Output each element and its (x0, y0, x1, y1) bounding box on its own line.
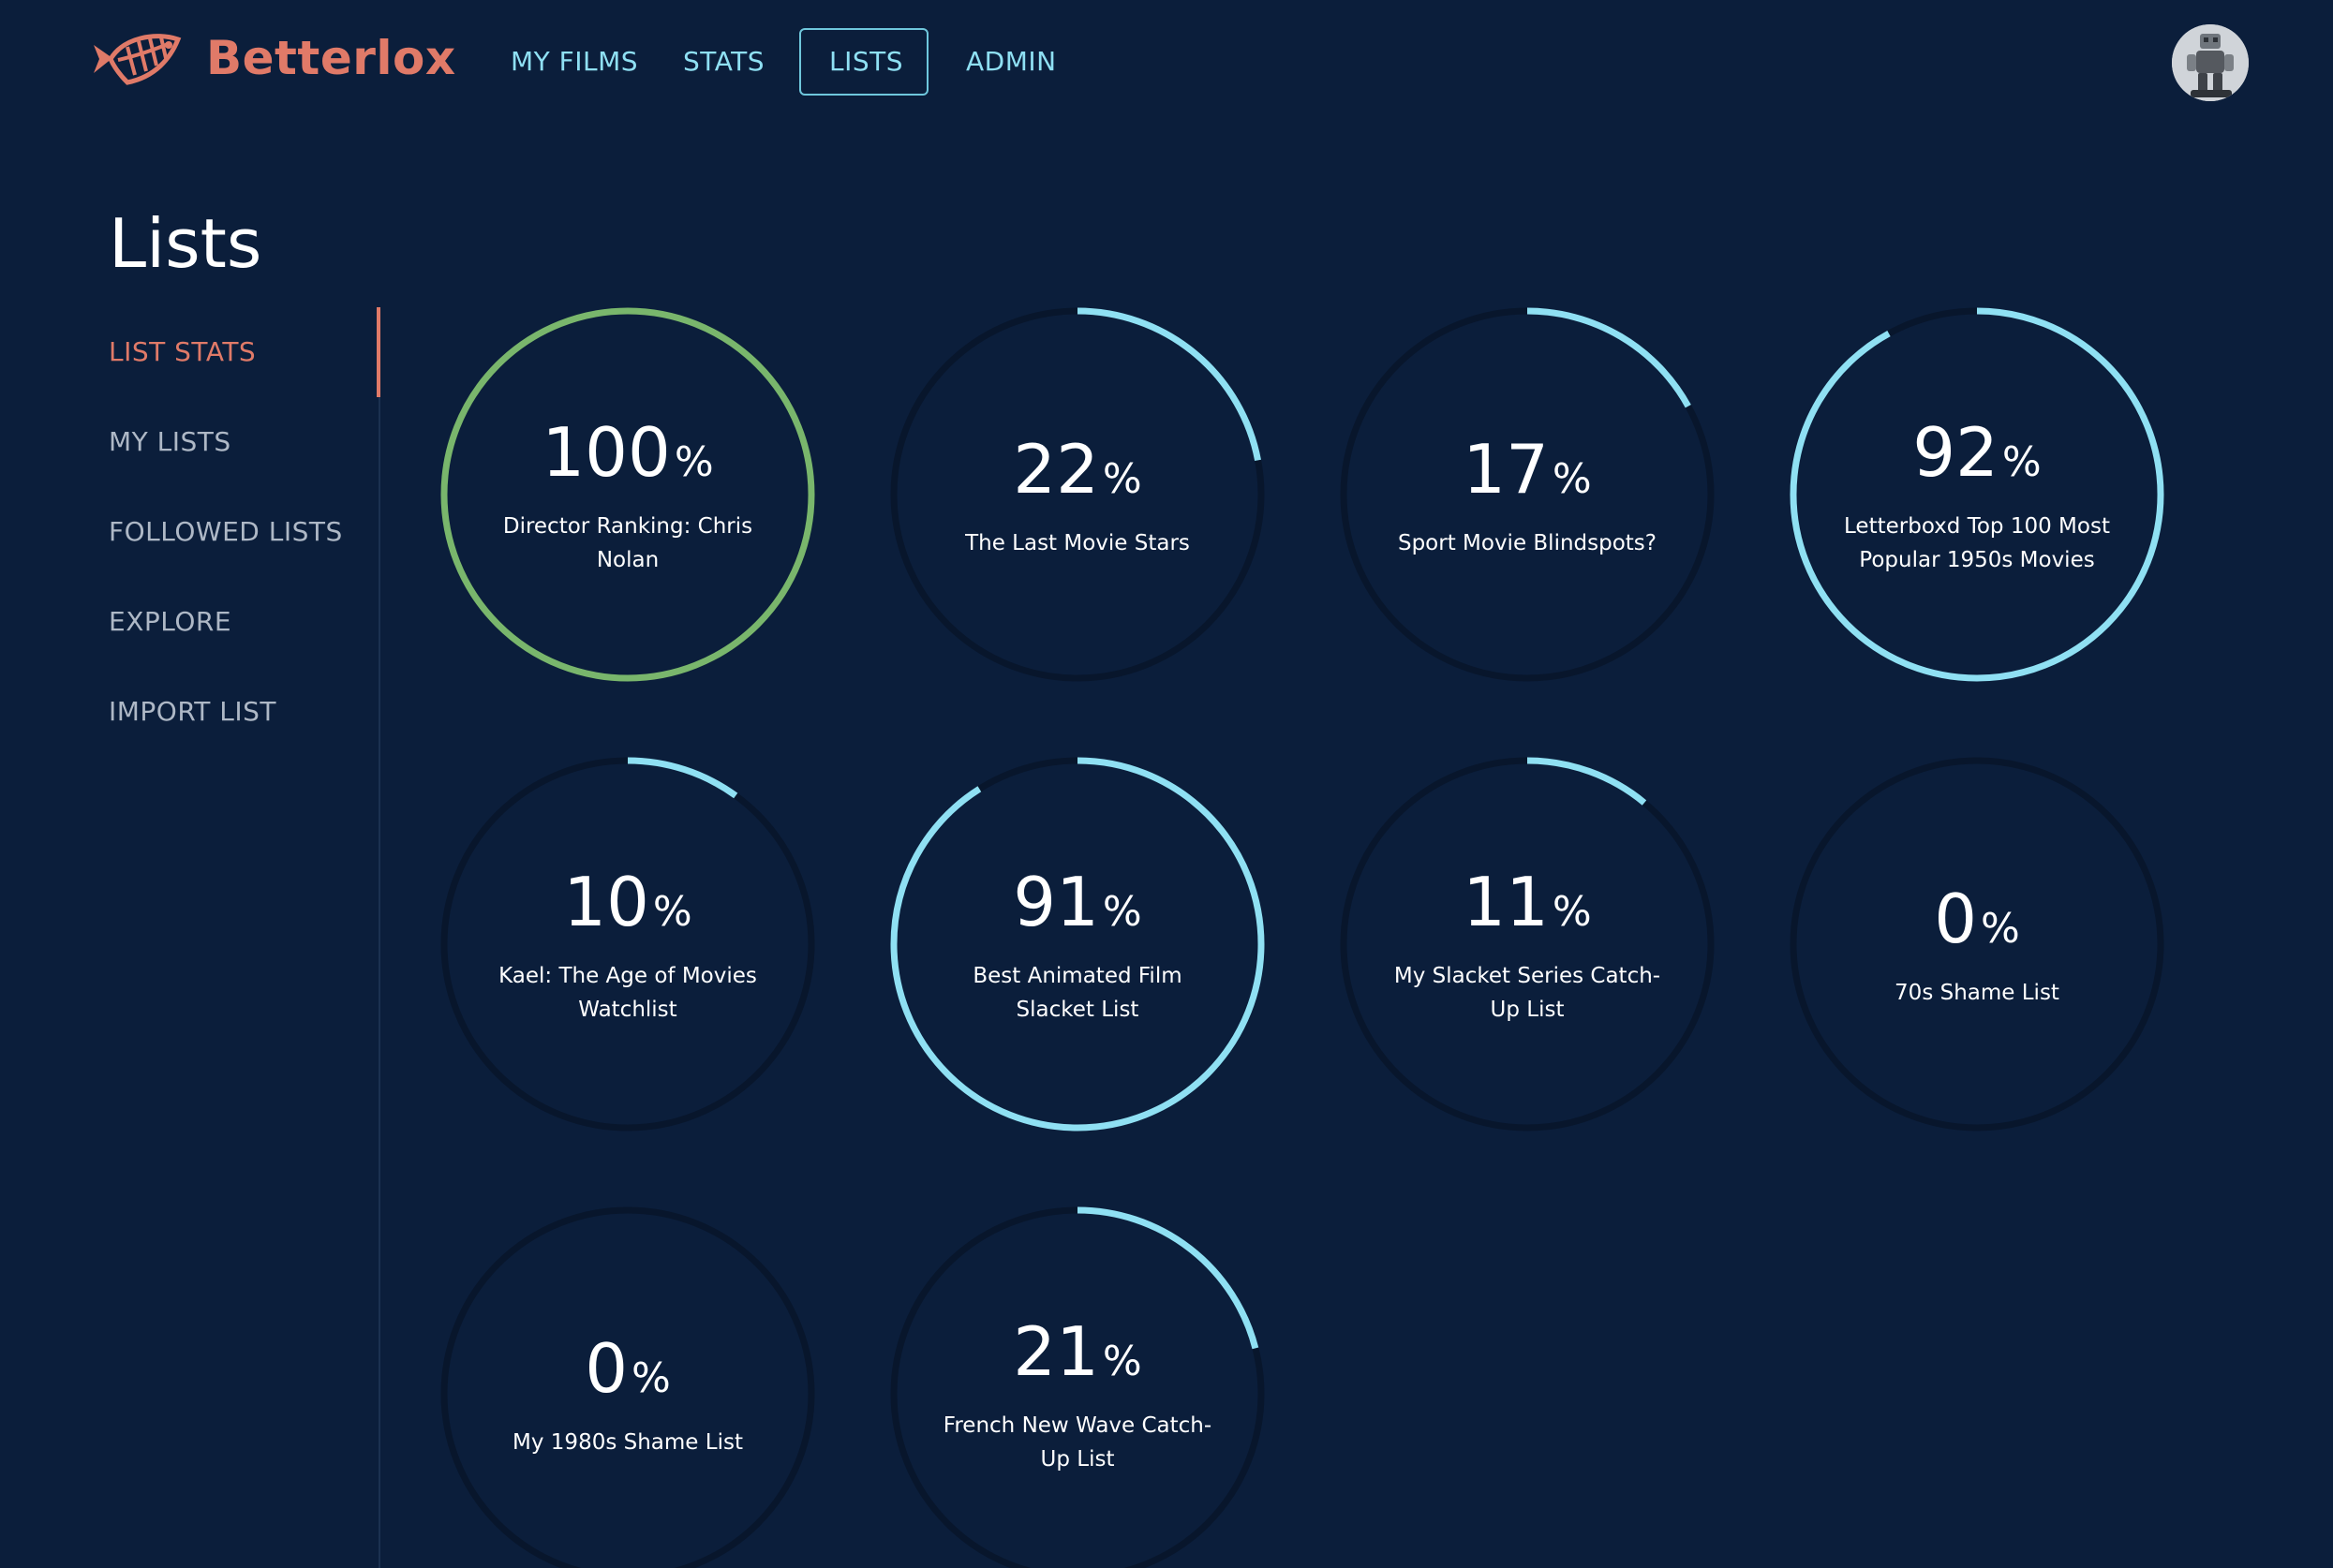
list-progress-card[interactable]: 11% My Slacket Series Catch-Up List (1340, 757, 1715, 1132)
list-progress-card[interactable]: 0% My 1980s Shame List (440, 1206, 815, 1568)
nav-lists[interactable]: LISTS (799, 28, 929, 96)
list-percent: 91% (1013, 862, 1142, 941)
list-progress-card[interactable]: 21% French New Wave Catch-Up List (890, 1206, 1265, 1568)
sidebar-item-followed-lists[interactable]: FOLLOWED LISTS (109, 513, 343, 551)
list-progress-card[interactable]: 0% 70s Shame List (1790, 757, 2164, 1132)
list-percent: 22% (1013, 429, 1142, 509)
list-name: 70s Shame List (1895, 980, 2059, 1005)
nav-admin[interactable]: ADMIN (966, 28, 1057, 96)
list-name: Letterboxd Top 100 Most Popular 1950s Mo… (1844, 513, 2110, 572)
nav-my-films[interactable]: MY FILMS (511, 28, 638, 96)
list-name: Director Ranking: Chris Nolan (502, 513, 753, 572)
list-percent: 92% (1912, 412, 2042, 492)
page-title: Lists (109, 204, 262, 283)
list-percent: 21% (1013, 1311, 1142, 1391)
list-progress-card[interactable]: 17% Sport Movie Blindspots? (1340, 307, 1715, 682)
nav-stats[interactable]: STATS (683, 28, 765, 96)
list-percent: 17% (1463, 429, 1592, 509)
list-name: French New Wave Catch-Up List (943, 1413, 1212, 1472)
sidebar-item-list-stats[interactable]: LIST STATS (109, 333, 256, 371)
user-avatar[interactable] (2172, 24, 2249, 101)
sidebar-active-indicator (377, 307, 380, 397)
robot-avatar-icon (2172, 24, 2249, 101)
sidebar-divider (379, 307, 380, 1568)
list-name: Best Animated Film Slacket List (973, 963, 1182, 1022)
list-progress-card[interactable]: 92% Letterboxd Top 100 Most Popular 1950s… (1790, 307, 2164, 682)
list-progress-card[interactable]: 22% The Last Movie Stars (890, 307, 1265, 682)
fish-skeleton-icon[interactable] (90, 26, 184, 92)
sidebar-item-explore[interactable]: EXPLORE (109, 603, 231, 641)
list-percent: 11% (1463, 862, 1592, 941)
list-progress-card[interactable]: 100% Director Ranking: Chris Nolan (440, 307, 815, 682)
list-name: My 1980s Shame List (513, 1429, 743, 1455)
list-name: Kael: The Age of Movies Watchlist (498, 963, 757, 1022)
list-progress-card[interactable]: 91% Best Animated Film Slacket List (890, 757, 1265, 1132)
list-percent: 0% (585, 1328, 671, 1408)
page: Betterlox MY FILMS STATS LISTS ADMIN Lis… (0, 0, 2333, 1568)
list-name: The Last Movie Stars (965, 530, 1190, 555)
list-percent: 10% (563, 862, 692, 941)
sidebar-item-import-list[interactable]: IMPORT LIST (109, 693, 276, 731)
sidebar-item-my-lists[interactable]: MY LISTS (109, 423, 231, 461)
list-name: My Slacket Series Catch-Up List (1393, 963, 1661, 1022)
list-progress-card[interactable]: 10% Kael: The Age of Movies Watchlist (440, 757, 815, 1132)
list-name: Sport Movie Blindspots? (1397, 530, 1657, 555)
list-percent: 0% (1934, 879, 2020, 958)
list-percent: 100% (542, 412, 714, 492)
brand-name[interactable]: Betterlox (206, 28, 456, 88)
top-navigation-bar: Betterlox MY FILMS STATS LISTS ADMIN (0, 0, 2333, 126)
